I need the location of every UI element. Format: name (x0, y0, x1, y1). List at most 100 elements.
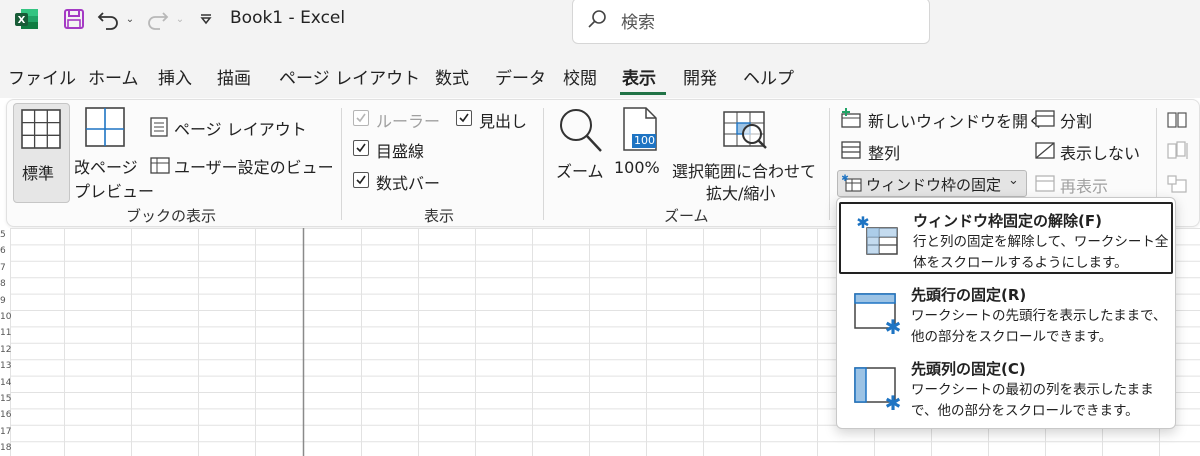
zoom-to-selection-icon (723, 111, 767, 149)
row-number[interactable]: 15 (0, 394, 11, 404)
save-icon[interactable] (62, 8, 86, 30)
row-number[interactable]: 10 (0, 312, 11, 322)
row-number[interactable]: 17 (0, 427, 11, 437)
custom-views-icon (150, 157, 170, 174)
tab-data[interactable]: データ (495, 64, 546, 89)
hide-window-icon (1035, 142, 1055, 159)
svg-text:✱: ✱ (885, 315, 901, 334)
headings-check (456, 110, 472, 126)
redo-dropdown-icon[interactable]: ⌄ (174, 8, 186, 30)
unhide-window-button: 再表示 (1032, 171, 1142, 196)
undo-dropdown-icon[interactable]: ⌄ (124, 8, 136, 30)
unfreeze-panes-icon: ✱ (856, 214, 898, 255)
split-label: 分割 (1060, 112, 1093, 131)
unfreeze-panes-title: ウィンドウ枠固定の解除(F) (913, 212, 1102, 230)
freeze-panes-menu: ✱ ウィンドウ枠固定の解除(F) 行と列の固定を解除して、ワークシート全体をスク… (836, 197, 1176, 429)
search-icon (588, 10, 606, 28)
menu-item-freeze-top-row[interactable]: ✱ 先頭行の固定(R) ワークシートの先頭行を表示したままで、他の部分をスクロー… (839, 278, 1173, 350)
ruler-check (353, 110, 369, 126)
freeze-panes-label: ウィンドウ枠の固定 (866, 176, 1002, 194)
headings-checkbox[interactable]: 見出し (455, 108, 535, 131)
search-placeholder: 検索 (621, 13, 655, 33)
zoom-label: ズーム (556, 162, 604, 181)
split-button[interactable]: 分割 (1032, 106, 1122, 131)
gridlines-check (353, 140, 369, 156)
row-number[interactable]: 11 (0, 328, 11, 338)
page-break-preview-button[interactable]: 改ページ プレビュー (74, 104, 154, 201)
row-number[interactable]: 7 (0, 263, 10, 273)
row-number[interactable]: 8 (0, 279, 10, 289)
arrange-all-button[interactable]: 整列 (838, 138, 918, 163)
redo-icon[interactable] (144, 8, 170, 30)
menu-item-unfreeze-panes[interactable]: ✱ ウィンドウ枠固定の解除(F) 行と列の固定を解除して、ワークシート全体をスク… (839, 202, 1173, 274)
show-group-label: 表示 (424, 207, 455, 225)
tab-help[interactable]: ヘルプ (743, 64, 794, 89)
row-number[interactable]: 9 (0, 296, 10, 306)
freeze-top-row-title: 先頭行の固定(R) (911, 286, 1027, 304)
freeze-panes-icon: ✱ (842, 174, 862, 192)
zoom-magnifier-icon (560, 109, 602, 152)
view-side-by-side-icon[interactable] (1166, 110, 1188, 130)
ribbon-tab-bar: ファイル ホーム 挿入 描画 ページ レイアウト 数式 データ 校閲 表示 開発… (0, 50, 1200, 98)
zoom-100-button[interactable]: 100 100% (612, 104, 664, 184)
new-window-label: 新しいウィンドウを開く (868, 112, 1045, 131)
page-layout-label: ページ レイアウト (174, 120, 307, 139)
reset-window-position-icon[interactable] (1166, 174, 1188, 194)
group-separator (543, 108, 544, 220)
row-number[interactable]: 13 (0, 361, 11, 371)
zoom-button[interactable]: ズーム (552, 104, 607, 184)
active-tab-indicator (620, 92, 666, 95)
formula-bar-label: 数式バー (376, 174, 441, 193)
row-number[interactable]: 12 (0, 345, 11, 355)
tab-developer[interactable]: 開発 (683, 64, 717, 89)
zoom-to-selection-button[interactable]: 選択範囲に合わせて 拡大/縮小 (670, 104, 830, 203)
tab-review[interactable]: 校閲 (563, 64, 597, 89)
row-number[interactable]: 16 (0, 410, 11, 420)
title-bar: X ⌄ ⌄ Book1 - Excel 検索 (0, 0, 1200, 50)
tab-insert[interactable]: 挿入 (158, 64, 192, 89)
page-layout-icon (150, 117, 168, 137)
search-input[interactable]: 検索 (572, 0, 930, 44)
freeze-panes-button[interactable]: ✱ ウィンドウ枠の固定 ⌄ (837, 170, 1027, 197)
custom-views-label: ユーザー設定のビュー (174, 158, 334, 177)
freeze-top-row-desc: ワークシートの先頭行を表示したままで、他の部分をスクロールできます。 (911, 308, 1167, 345)
arrange-all-icon (841, 141, 861, 159)
hide-window-label: 表示しない (1060, 144, 1141, 163)
menu-item-freeze-first-column[interactable]: ✱ 先頭列の固定(C) ワークシートの最初の列を表示したままで、他の部分をスクロ… (839, 352, 1173, 424)
split-icon (1035, 110, 1055, 127)
group-separator (829, 108, 830, 220)
arrange-all-label: 整列 (868, 144, 901, 163)
new-window-button[interactable]: 新しいウィンドウを開く (838, 106, 1044, 131)
freeze-first-column-desc: ワークシートの最初の列を表示したままで、他の部分をスクロールできます。 (911, 382, 1154, 419)
row-number[interactable]: 6 (0, 246, 10, 256)
hide-window-button[interactable]: 表示しない (1032, 138, 1152, 163)
row-number[interactable]: 14 (0, 378, 11, 388)
row-number[interactable]: 18 (0, 443, 11, 453)
synchronous-scrolling-icon[interactable] (1166, 140, 1190, 162)
chevron-down-icon: ⌄ (1008, 173, 1019, 188)
zoom-100-label: 100% (614, 158, 660, 177)
svg-text:X: X (18, 15, 26, 26)
gridlines-checkbox[interactable]: 目盛線 (352, 138, 447, 161)
tab-home[interactable]: ホーム (88, 64, 139, 89)
tab-page-layout[interactable]: ページ レイアウト (279, 64, 420, 89)
custom-views-button[interactable]: ユーザー設定のビュー (148, 152, 338, 177)
gridlines-label: 目盛線 (376, 142, 425, 161)
tab-formulas[interactable]: 数式 (435, 64, 469, 89)
tab-view[interactable]: 表示 (622, 64, 656, 89)
zoom-group-label: ズーム (664, 207, 709, 225)
ruler-checkbox[interactable]: ルーラー (352, 108, 447, 131)
tab-draw[interactable]: 描画 (217, 64, 251, 89)
row-number[interactable]: 5 (0, 230, 10, 240)
formula-bar-checkbox[interactable]: 数式バー (352, 170, 452, 193)
document-title: Book1 - Excel (230, 8, 346, 28)
undo-icon[interactable] (96, 8, 122, 30)
excel-logo-icon: X (14, 8, 40, 30)
page-layout-view-button[interactable]: ページ レイアウト (148, 114, 328, 139)
tab-file[interactable]: ファイル (8, 64, 76, 89)
unfreeze-panes-desc: 行と列の固定を解除して、ワークシート全体をスクロールするようにします。 (913, 234, 1169, 271)
zoom-to-selection-label-1: 選択範囲に合わせて (672, 162, 817, 181)
normal-view-button[interactable]: 標準 (13, 103, 70, 203)
ruler-label: ルーラー (376, 112, 441, 131)
customize-qat-icon[interactable] (198, 8, 214, 30)
